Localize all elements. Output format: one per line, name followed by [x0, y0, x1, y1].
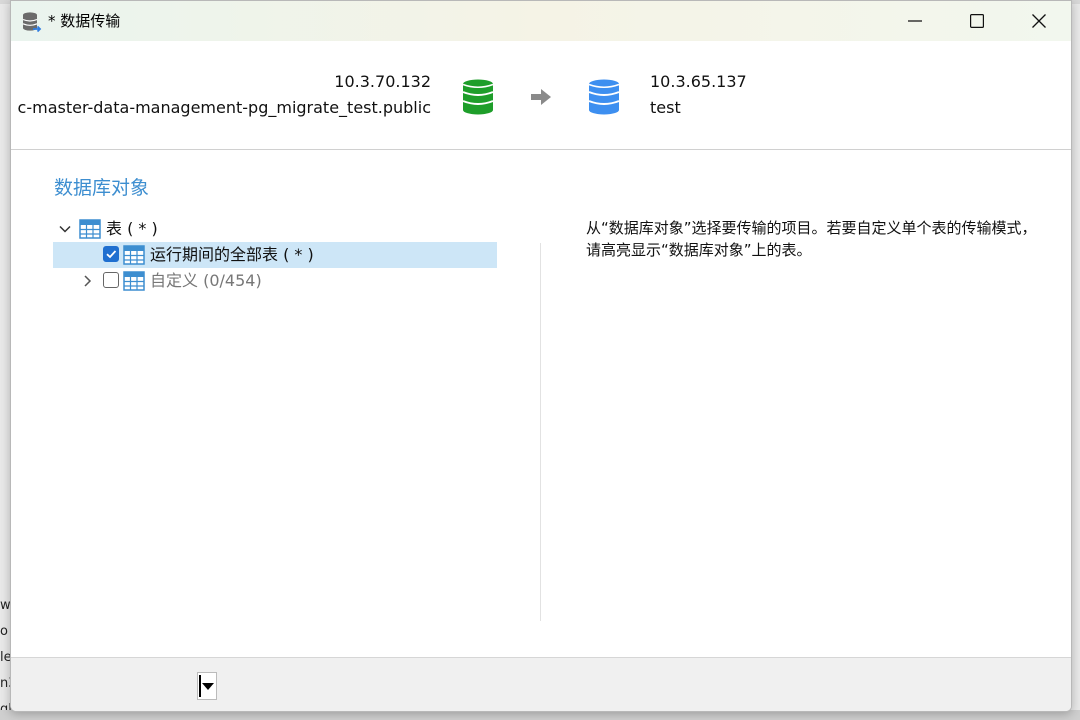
chevron-right-icon[interactable]: [79, 273, 95, 289]
close-button[interactable]: [1007, 1, 1071, 41]
table-icon: [123, 245, 145, 265]
chevron-down-icon[interactable]: [57, 221, 73, 237]
data-transfer-dialog: * 数据传输 10.3.70.132 c-master-data-managem…: [10, 0, 1072, 712]
source-database-icon: [461, 79, 495, 115]
panel-divider: [540, 243, 541, 621]
tree-item-custom[interactable]: 自定义 (0/454): [53, 268, 497, 294]
database-transfer-icon: [21, 11, 43, 33]
tree-item-label: 运行期间的全部表 ( * ): [150, 245, 314, 264]
target-database: test: [650, 98, 681, 117]
tree-root-label: 表 ( * ): [106, 219, 158, 238]
minimize-button[interactable]: [883, 1, 947, 41]
transfer-header: 10.3.70.132 c-master-data-management-pg_…: [11, 41, 1071, 150]
text-cursor: [199, 675, 201, 697]
source-database: c-master-data-management-pg_migrate_test…: [17, 98, 431, 117]
background-text-fragment: o: [0, 624, 8, 639]
table-icon: [79, 219, 101, 239]
help-text: 从“数据库对象”选择要传输的项目。若要自定义单个表的传输模式，请高亮显示“数据库…: [586, 219, 1037, 259]
target-database-icon: [587, 79, 621, 115]
table-icon: [123, 271, 145, 291]
arrow-right-icon: [529, 87, 553, 111]
maximize-icon: [970, 14, 984, 28]
source-host: 10.3.70.132: [334, 72, 431, 91]
maximize-button[interactable]: [945, 1, 1009, 41]
title-bar[interactable]: * 数据传输: [11, 1, 1071, 41]
tree-item-label: 自定义 (0/454): [150, 271, 262, 290]
close-icon: [1032, 14, 1046, 28]
minimize-icon: [908, 14, 922, 28]
section-title: 数据库对象: [54, 177, 150, 199]
target-host: 10.3.65.137: [650, 72, 747, 91]
tree-root-tables[interactable]: 表 ( * ): [53, 216, 497, 242]
tree-item-all-tables[interactable]: 运行期间的全部表 ( * ): [53, 242, 497, 268]
window-title: * 数据传输: [48, 12, 121, 30]
options-dropdown-button[interactable]: [197, 672, 217, 700]
checkbox-all-tables[interactable]: [103, 246, 119, 262]
dialog-footer: [11, 657, 1071, 711]
checkbox-custom[interactable]: [103, 272, 119, 288]
